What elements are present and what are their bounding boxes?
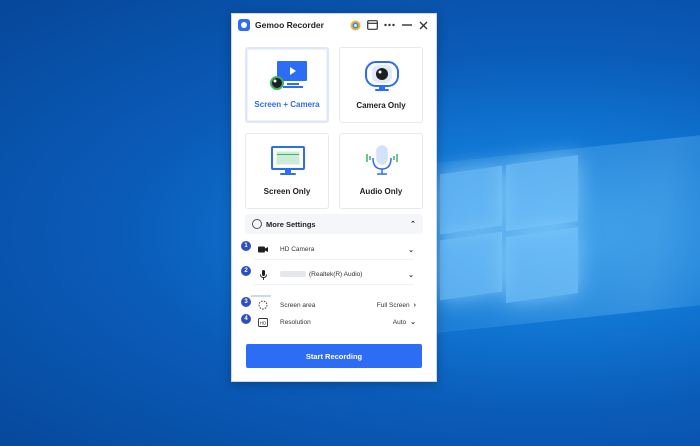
mode-audio-only-label: Audio Only — [359, 187, 403, 196]
more-options-icon[interactable] — [383, 19, 396, 32]
step-badge-4: 4 — [241, 314, 251, 324]
microphone-select[interactable]: (Realtek(R) Audio) ⌄ — [254, 265, 414, 285]
resolution-icon: HD — [254, 317, 272, 327]
chevron-down-icon: ⌄ — [408, 271, 414, 279]
screen-area-value: Full Screen — [376, 301, 410, 309]
mode-audio-only[interactable]: Audio Only — [339, 133, 423, 209]
mode-screen-only-label: Screen Only — [263, 187, 311, 196]
app-logo-icon — [238, 19, 250, 31]
avatar-icon[interactable] — [349, 19, 362, 32]
chevron-down-icon: ⌄ — [408, 246, 414, 254]
microphone-icon — [366, 145, 398, 175]
step-badge-3: 3 — [241, 297, 251, 307]
camera-value: HD Camera — [280, 246, 315, 253]
screen-area-icon — [254, 300, 272, 310]
minimize-icon[interactable] — [400, 19, 413, 32]
resolution-label: Resolution — [280, 318, 311, 326]
mode-camera-only[interactable]: Camera Only — [339, 47, 423, 123]
close-icon[interactable] — [417, 19, 430, 32]
app-title: Gemoo Recorder — [255, 20, 324, 30]
resolution-setting[interactable]: HD Resolution Auto ⌄ — [254, 312, 416, 332]
svg-text:HD: HD — [260, 320, 267, 325]
gemoo-recorder-window: Gemoo Recorder Screen + Camera Camera On… — [231, 13, 437, 382]
recording-modes: Screen + Camera Camera Only Screen Only — [245, 47, 424, 209]
webcam-icon — [365, 61, 399, 91]
start-recording-button[interactable]: Start Recording — [246, 344, 422, 368]
gear-icon — [252, 219, 262, 229]
more-settings-toggle[interactable]: More Settings ⌃ — [245, 214, 423, 234]
mode-screen-camera-label: Screen + Camera — [254, 100, 320, 109]
microphone-value: (Realtek(R) Audio) — [280, 271, 408, 278]
windows-logo — [440, 154, 580, 310]
more-settings-label: More Settings — [266, 219, 316, 229]
camera-icon — [254, 246, 272, 253]
mic-icon — [254, 269, 272, 280]
screen-camera-icon — [270, 61, 307, 90]
mode-screen-camera[interactable]: Screen + Camera — [245, 47, 329, 123]
camera-select[interactable]: HD Camera ⌄ — [254, 240, 414, 260]
resolution-value: Auto — [392, 318, 407, 326]
mode-screen-only[interactable]: Screen Only — [245, 133, 329, 209]
mode-camera-only-label: Camera Only — [356, 101, 406, 110]
title-bar: Gemoo Recorder — [232, 14, 436, 36]
screen-area-label: Screen area — [280, 301, 316, 309]
chevron-up-icon: ⌃ — [410, 221, 416, 228]
chevron-right-icon: › — [413, 301, 416, 309]
step-badge-1: 1 — [241, 241, 251, 251]
monitor-icon — [271, 146, 305, 175]
gallery-icon[interactable] — [366, 19, 379, 32]
chevron-down-icon: ⌄ — [410, 319, 416, 326]
step-badge-2: 2 — [241, 266, 251, 276]
